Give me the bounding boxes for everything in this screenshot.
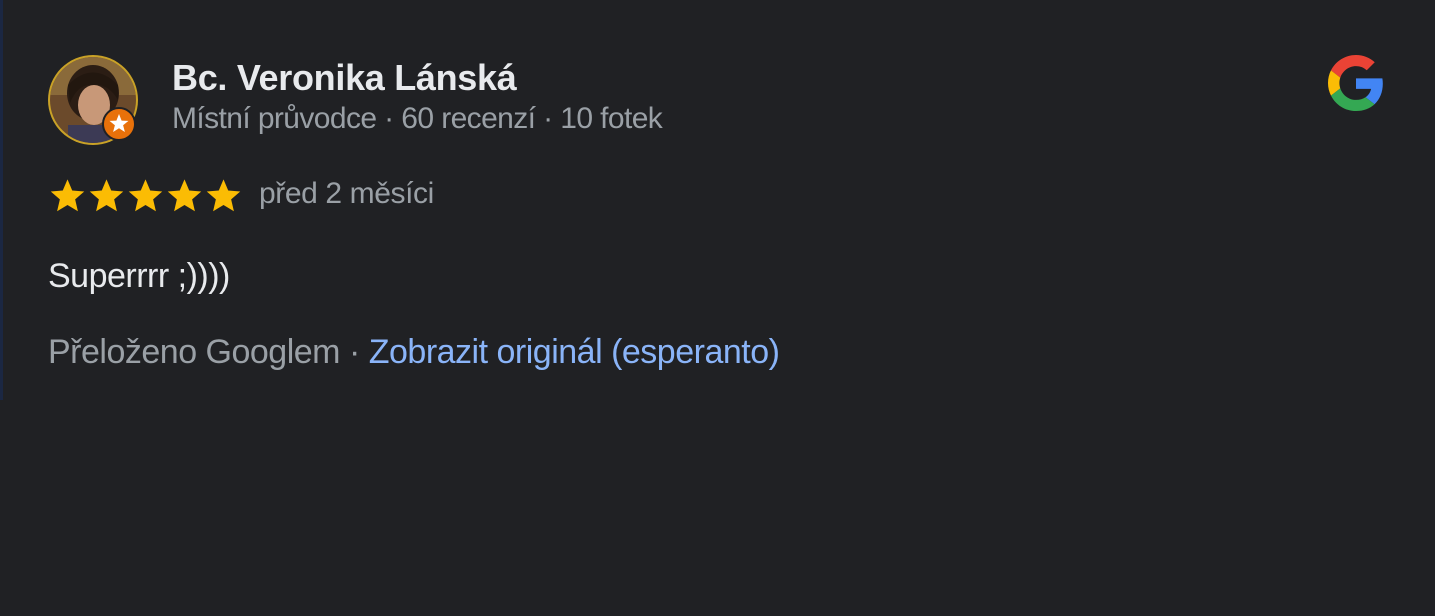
rating-stars (48, 176, 243, 218)
star-icon (206, 179, 241, 212)
reviewer-meta: Místní průvodce · 60 recenzí · 10 fotek (172, 102, 663, 135)
star-icon (128, 179, 163, 212)
google-logo-icon (1328, 55, 1384, 111)
review-card: Bc. Veronika Lánská Místní průvodce · 60… (0, 0, 1435, 616)
show-original-link[interactable]: Zobrazit originál (esperanto) (369, 333, 780, 371)
translated-by-label: Přeloženo Googlem (48, 333, 341, 371)
local-guide-star-icon (102, 107, 136, 141)
separator: · (340, 333, 369, 371)
star-icon (167, 179, 202, 212)
star-icon (50, 179, 85, 212)
translation-row: Přeloženo Googlem · Zobrazit originál (e… (48, 333, 780, 372)
star-icon (89, 179, 124, 212)
review-text: Superrrr ;)))) (48, 257, 230, 295)
review-date: před 2 měsíci (259, 177, 434, 210)
reviewer-name[interactable]: Bc. Veronika Lánská (172, 57, 517, 99)
